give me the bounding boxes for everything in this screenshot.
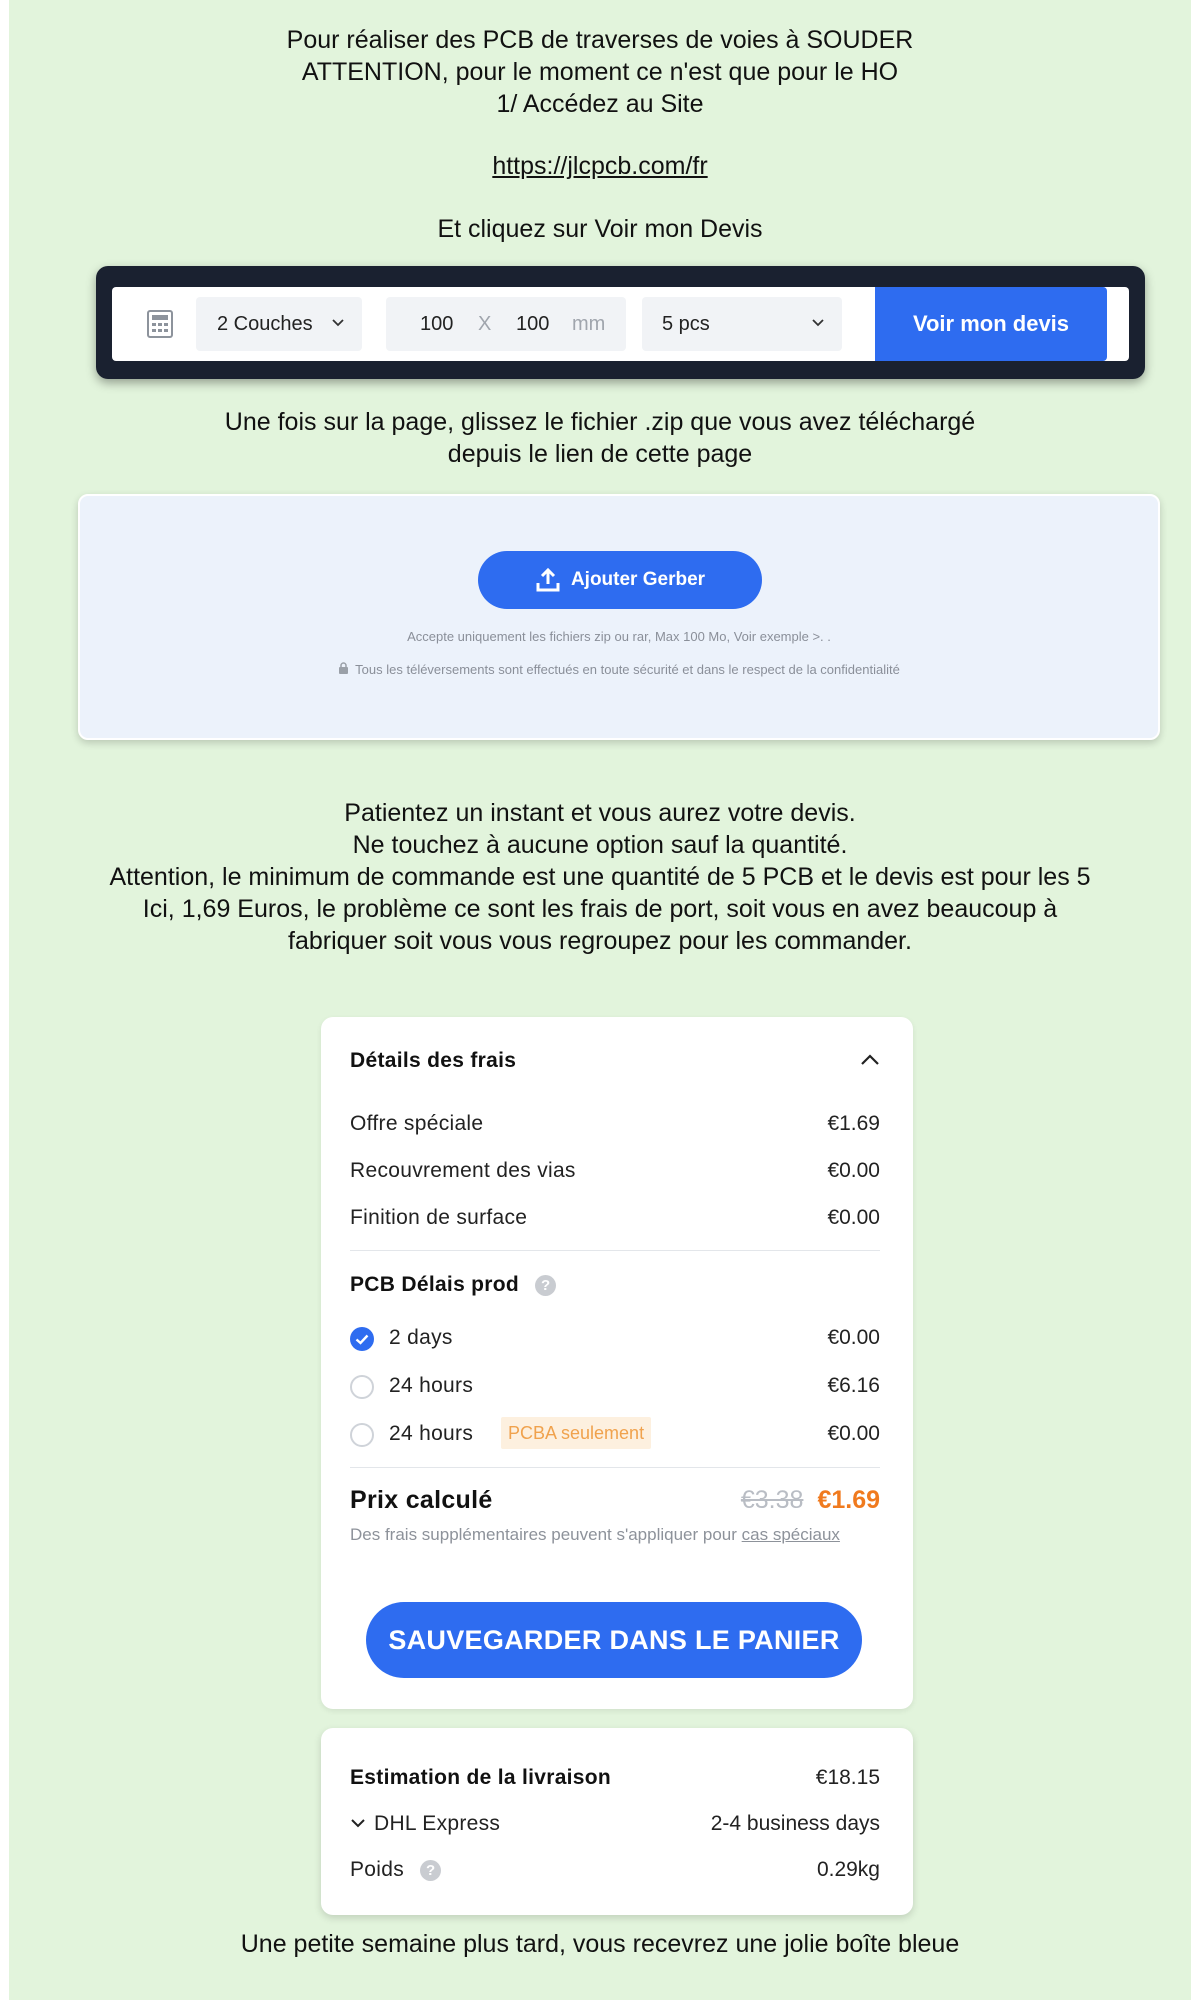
upload-dropzone[interactable]: Ajouter Gerber Accepte uniquement les fi… bbox=[78, 494, 1160, 740]
lead-option-label: 2 days bbox=[389, 1326, 453, 1349]
lead-option-value: €6.16 bbox=[827, 1374, 880, 1397]
lead-option-24-hours-pcba[interactable]: 24 hours PCBA seulement €0.00 bbox=[350, 1417, 880, 1449]
divider bbox=[350, 1467, 880, 1468]
quote-form: 2 Couches 100 X 100 mm 5 pcs Voir mon de… bbox=[112, 287, 1129, 361]
jlcpcb-link-row: https://jlcpcb.com/fr bbox=[9, 150, 1191, 182]
wait-line-3: Attention, le minimum de commande est un… bbox=[109, 863, 1091, 891]
wait-line-4: Ici, 1,69 Euros, le problème ce sont les… bbox=[142, 895, 1058, 923]
intro-line-3: 1/ Accédez au Site bbox=[496, 90, 704, 118]
unit-label: mm bbox=[572, 313, 606, 335]
wait-line-1: Patientez un instant et vous aurez votre… bbox=[344, 799, 856, 827]
lead-option-2-days[interactable]: 2 days €0.00 bbox=[350, 1323, 880, 1353]
radio-icon[interactable] bbox=[350, 1375, 374, 1399]
click-instruction: Et cliquez sur Voir mon Devis bbox=[437, 215, 763, 243]
dimensions-input[interactable]: 100 X 100 mm bbox=[386, 297, 626, 351]
fee-row: Finition de surface €0.00 bbox=[350, 1203, 880, 1233]
lock-icon bbox=[339, 662, 349, 674]
fees-title: Détails des frais bbox=[350, 1049, 517, 1072]
wait-line-2: Ne touchez à aucune option sauf la quant… bbox=[352, 831, 848, 859]
fee-value: €0.00 bbox=[827, 1206, 880, 1229]
dimension-separator: X bbox=[478, 313, 492, 335]
checked-radio-icon[interactable] bbox=[350, 1327, 374, 1351]
shipping-estimate-panel: Estimation de la livraison €18.15 DHL Ex… bbox=[321, 1728, 913, 1915]
fee-value: €1.69 bbox=[827, 1112, 880, 1135]
upload-instruction-1: Une fois sur la page, glissez le fichier… bbox=[224, 408, 976, 436]
weight-label-text: Poids bbox=[350, 1858, 405, 1881]
lead-option-value: €0.00 bbox=[827, 1422, 880, 1445]
fee-label: Finition de surface bbox=[350, 1206, 528, 1229]
shipping-cost: €18.15 bbox=[815, 1766, 880, 1789]
security-note: Tous les téléversements sont effectués e… bbox=[80, 662, 1158, 677]
upload-icon bbox=[536, 567, 560, 592]
lead-time-title: PCB Délais prod ? bbox=[350, 1273, 557, 1297]
carrier-row[interactable]: DHL Express 2-4 business days bbox=[350, 1809, 880, 1839]
price-note: Des frais supplémentaires peuvent s'appl… bbox=[350, 1522, 870, 1548]
chevron-down-icon bbox=[351, 1819, 365, 1828]
chevron-down-icon bbox=[812, 319, 824, 327]
help-icon[interactable]: ? bbox=[420, 1859, 442, 1881]
fee-row: Recouvrement des vias €0.00 bbox=[350, 1156, 880, 1186]
fee-label: Offre spéciale bbox=[350, 1112, 484, 1135]
calculator-icon bbox=[147, 310, 173, 338]
upload-instruction-2: depuis le lien de cette page bbox=[447, 440, 753, 468]
wait-line-5: fabriquer soit vous vous regroupez pour … bbox=[288, 927, 912, 955]
fees-header[interactable]: Détails des frais bbox=[350, 1046, 880, 1076]
lead-option-24-hours[interactable]: 24 hours €6.16 bbox=[350, 1371, 880, 1401]
shipping-header: Estimation de la livraison €18.15 bbox=[350, 1763, 880, 1793]
price-values: €3.38 €1.69 bbox=[741, 1486, 880, 1515]
page-background: Pour réaliser des PCB de traverses de vo… bbox=[9, 0, 1191, 2000]
lead-option-label: 24 hours bbox=[389, 1422, 474, 1445]
security-note-text: Tous les téléversements sont effectués e… bbox=[355, 662, 900, 677]
save-to-cart-button[interactable]: SAUVEGARDER DANS LE PANIER bbox=[366, 1602, 862, 1678]
shipping-title: Estimation de la livraison bbox=[350, 1766, 612, 1789]
outro-text: Une petite semaine plus tard, vous recev… bbox=[240, 1930, 960, 1958]
lead-option-label: 24 hours bbox=[389, 1374, 474, 1397]
lead-time-title-text: PCB Délais prod bbox=[350, 1273, 520, 1296]
help-icon[interactable]: ? bbox=[535, 1274, 557, 1296]
jlcpcb-link[interactable]: https://jlcpcb.com/fr bbox=[492, 152, 707, 180]
quantity-value: 5 pcs bbox=[662, 313, 710, 335]
calculated-price-row: Prix calculé €3.38 €1.69 bbox=[350, 1483, 880, 1519]
fee-row: Offre spéciale €1.69 bbox=[350, 1109, 880, 1139]
quote-bar: 2 Couches 100 X 100 mm 5 pcs Voir mon de… bbox=[96, 266, 1145, 379]
fee-label: Recouvrement des vias bbox=[350, 1159, 576, 1182]
accepted-files-note: Accepte uniquement les fichiers zip ou r… bbox=[407, 629, 831, 644]
height-value[interactable]: 100 bbox=[516, 313, 549, 336]
lead-time-header: PCB Délais prod ? bbox=[350, 1270, 880, 1300]
divider bbox=[350, 1250, 880, 1251]
ajouter-gerber-button[interactable]: Ajouter Gerber bbox=[478, 551, 762, 609]
new-price: €1.69 bbox=[817, 1486, 880, 1514]
layers-value: 2 Couches bbox=[217, 313, 313, 335]
fees-details-panel: Détails des frais Offre spéciale €1.69 R… bbox=[321, 1017, 913, 1709]
price-note-text: Des frais supplémentaires peuvent s'appl… bbox=[350, 1525, 737, 1544]
old-price: €3.38 bbox=[740, 1486, 804, 1514]
calculated-price-label: Prix calculé bbox=[350, 1486, 493, 1514]
chevron-down-icon bbox=[332, 319, 344, 327]
chevron-up-icon[interactable] bbox=[860, 1054, 880, 1066]
carrier-label: DHL Express bbox=[350, 1812, 500, 1836]
lead-option-value: €0.00 bbox=[827, 1326, 880, 1349]
special-cases-link[interactable]: cas spéciaux bbox=[742, 1525, 840, 1544]
width-value[interactable]: 100 bbox=[420, 313, 453, 336]
checkmark-icon bbox=[355, 1334, 369, 1345]
carrier-name: DHL Express bbox=[374, 1812, 501, 1835]
carrier-delay: 2-4 business days bbox=[710, 1812, 880, 1835]
fee-value: €0.00 bbox=[827, 1159, 880, 1182]
intro-line-2: ATTENTION, pour le moment ce n'est que p… bbox=[301, 58, 899, 86]
radio-icon[interactable] bbox=[350, 1423, 374, 1447]
weight-value: 0.29kg bbox=[816, 1858, 880, 1881]
layers-select[interactable]: 2 Couches bbox=[196, 297, 362, 351]
voir-mon-devis-button[interactable]: Voir mon devis bbox=[875, 287, 1107, 361]
intro-line-1: Pour réaliser des PCB de traverses de vo… bbox=[286, 26, 914, 54]
ajouter-gerber-label: Ajouter Gerber bbox=[570, 569, 706, 590]
weight-row: Poids ? 0.29kg bbox=[350, 1855, 880, 1885]
weight-label: Poids ? bbox=[350, 1858, 442, 1882]
quantity-select[interactable]: 5 pcs bbox=[642, 297, 842, 351]
pcba-only-badge: PCBA seulement bbox=[501, 1417, 652, 1449]
